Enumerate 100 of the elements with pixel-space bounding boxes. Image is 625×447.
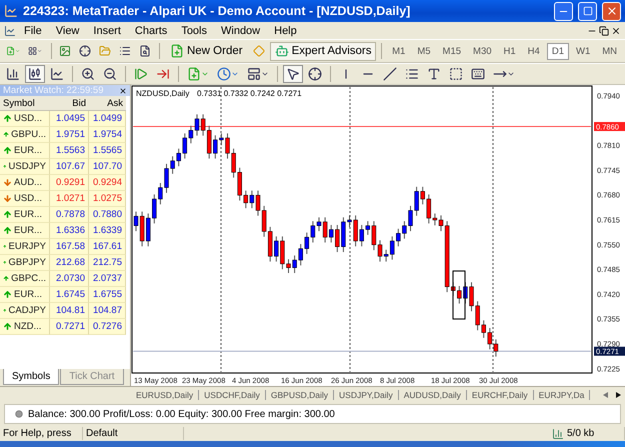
timeframe-button[interactable]: H1 <box>498 42 521 60</box>
symbol-name: EURJPY <box>8 241 46 252</box>
ask-cell: 167.61 <box>89 239 126 255</box>
bid-cell: 0.7271 <box>50 319 89 335</box>
restore-icon[interactable] <box>599 26 609 36</box>
image-icon <box>59 44 72 58</box>
chart-tab[interactable]: GBPUSD,Daily <box>266 390 334 400</box>
scroll-left-icon[interactable] <box>603 392 608 398</box>
close-icon[interactable] <box>119 86 127 94</box>
symbol-cell[interactable]: GBPC... <box>0 271 50 287</box>
symbol-cell[interactable]: CADJPY <box>0 303 50 319</box>
connection-icon <box>552 428 564 440</box>
profile-name: Default <box>85 427 119 440</box>
line-chart-icon <box>50 67 64 81</box>
timeframe-button[interactable]: MN <box>597 42 622 60</box>
symbol-name: EUR... <box>14 209 42 220</box>
symbol-name: USDJPY <box>8 161 46 172</box>
symbol-cell[interactable]: AUD... <box>0 175 50 191</box>
timeframe-button[interactable]: M1 <box>387 42 410 60</box>
symbol-cell[interactable]: EURJPY <box>0 239 50 255</box>
timeframe-button[interactable]: M30 <box>468 42 497 60</box>
cursor-icon <box>286 67 300 81</box>
template-icon <box>247 67 261 81</box>
bid-cell: 212.68 <box>50 255 89 271</box>
close-icon[interactable] <box>611 26 621 36</box>
bid-cell: 1.0495 <box>50 111 89 127</box>
bid-cell: 104.81 <box>50 303 89 319</box>
ask-cell: 2.0737 <box>89 271 126 287</box>
symbol-cell[interactable]: USD... <box>0 111 50 127</box>
symbol-cell[interactable]: NZD... <box>0 319 50 335</box>
traffic-text: 5/0 kb <box>566 427 596 440</box>
timeframe-button[interactable]: W1 <box>570 42 596 60</box>
symbol-cell[interactable]: USD... <box>0 191 50 207</box>
chart-tab[interactable]: EURCHF,Daily <box>466 390 534 400</box>
zoom-out-icon <box>103 67 117 81</box>
symbol-name: CADJPY <box>8 305 46 316</box>
minimize-button[interactable] <box>554 2 573 20</box>
menu-item[interactable]: View <box>50 24 86 36</box>
grid-icon <box>28 44 38 58</box>
chart-tab[interactable]: EURJPY,Da <box>534 390 590 400</box>
close-icon <box>606 5 618 17</box>
column-header[interactable]: Symbol <box>0 96 50 111</box>
bid-cell: 0.7878 <box>50 207 89 223</box>
ask-cell: 0.7276 <box>89 319 126 335</box>
symbol-name: GBPC... <box>11 273 46 284</box>
panel-title: Market Watch: 22:59:59 <box>3 85 104 96</box>
chart-tab[interactable]: USDCHF,Daily <box>199 390 266 400</box>
menu-item[interactable]: Tools <box>175 24 213 36</box>
caret-icon <box>37 47 43 55</box>
caret-icon <box>261 70 269 78</box>
close-button[interactable] <box>602 2 621 20</box>
candlestick-button[interactable] <box>25 65 45 83</box>
ask-cell: 1.6339 <box>89 223 126 239</box>
selection-rectangle[interactable] <box>452 270 466 320</box>
symbol-cell[interactable]: EUR... <box>0 223 50 239</box>
menu-item[interactable]: Help <box>268 24 303 36</box>
bid-cell: 1.5563 <box>50 143 89 159</box>
menu-item[interactable]: Insert <box>87 24 127 36</box>
menu-item[interactable]: File <box>18 24 48 36</box>
caret-icon <box>231 70 239 78</box>
column-header[interactable]: Bid <box>50 96 89 111</box>
timeframe-button[interactable]: M5 <box>412 42 436 60</box>
symbol-cell[interactable]: GBPU... <box>0 127 50 143</box>
scroll-right-icon[interactable] <box>616 392 621 398</box>
symbol-cell[interactable]: EUR... <box>0 287 50 303</box>
symbol-name: EUR... <box>14 289 42 300</box>
chart-tab[interactable]: USDJPY,Daily <box>334 390 399 400</box>
chart-tab[interactable]: EURUSD,Daily <box>131 390 200 400</box>
bid-cell: 1.6336 <box>50 223 89 239</box>
robot-icon <box>274 44 289 58</box>
maximize-icon <box>582 6 592 16</box>
maximize-button[interactable] <box>578 2 597 20</box>
new-order-button[interactable]: New Order <box>164 42 248 60</box>
panel-tab[interactable]: Symbols <box>3 369 60 385</box>
column-header[interactable]: Ask <box>89 96 126 111</box>
diagonal-line-icon <box>383 67 397 81</box>
chart-tab[interactable]: AUDUSD,Daily <box>398 390 467 400</box>
timeframe-button[interactable]: M15 <box>438 42 466 60</box>
bid-cell: 167.58 <box>50 239 89 255</box>
ask-cell: 1.5565 <box>89 143 126 159</box>
timeframe-button[interactable]: H4 <box>522 42 545 60</box>
symbol-name: NZD... <box>14 321 42 332</box>
file-plus-icon <box>170 44 184 58</box>
step-forward-icon <box>134 67 148 81</box>
menu-item[interactable]: Charts <box>128 24 174 36</box>
bid-cell: 2.0730 <box>50 271 89 287</box>
symbol-cell[interactable]: EUR... <box>0 143 50 159</box>
symbol-name: AUD... <box>14 177 42 188</box>
expert-advisors-button[interactable]: Expert Advisors <box>270 42 376 60</box>
clock-icon <box>217 67 231 81</box>
timeframe-button[interactable]: D1 <box>546 42 569 60</box>
symbol-cell[interactable]: GBPJPY <box>0 255 50 271</box>
cursor-button[interactable] <box>283 65 303 83</box>
menu-item[interactable]: Window <box>215 24 266 36</box>
ask-cell: 0.9294 <box>89 175 126 191</box>
keyboard-icon <box>471 67 485 81</box>
ask-cell: 1.9754 <box>89 127 126 143</box>
ask-cell: 1.0275 <box>89 191 126 207</box>
symbol-cell[interactable]: EUR... <box>0 207 50 223</box>
symbol-cell[interactable]: USDJPY <box>0 159 50 175</box>
